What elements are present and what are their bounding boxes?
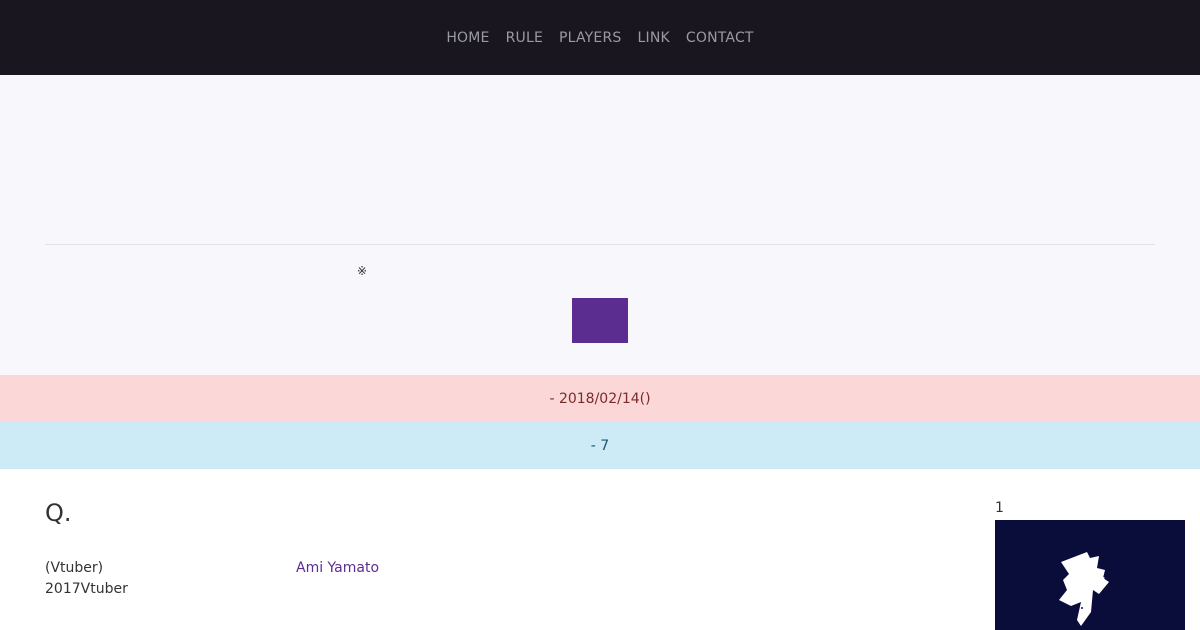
date-banner: - 2018/02/14() bbox=[0, 375, 1200, 422]
date-banner-text: - 2018/02/14() bbox=[549, 390, 651, 407]
white-star-logo-icon bbox=[995, 520, 1185, 630]
nav-home-link[interactable]: HOME bbox=[446, 30, 489, 46]
player-description-line: 2017Vtuber bbox=[45, 581, 128, 597]
nav-rule-link[interactable]: RULE bbox=[506, 30, 543, 46]
player-thumbnail[interactable] bbox=[995, 520, 1185, 630]
nav-contact-link[interactable]: CONTACT bbox=[686, 30, 754, 46]
nav-players-link[interactable]: PLAYERS bbox=[559, 30, 621, 46]
hero-action-button[interactable] bbox=[572, 298, 628, 343]
player-name-link[interactable]: Ami Yamato bbox=[296, 558, 379, 579]
count-banner-text: - 7 bbox=[590, 437, 610, 454]
note-mark: ※ bbox=[357, 264, 368, 278]
player-description-line: (Vtuber) bbox=[45, 560, 104, 576]
player-description: (Vtuber) 2017Vtuber bbox=[45, 558, 128, 600]
question-heading: Q. bbox=[45, 499, 72, 527]
count-banner: - 7 bbox=[0, 422, 1200, 469]
hero-divider bbox=[45, 244, 1155, 245]
player-section: Q. (Vtuber) 2017Vtuber Ami Yamato 1 bbox=[0, 469, 1200, 630]
top-navbar: HOME RULE PLAYERS LINK CONTACT bbox=[0, 0, 1200, 75]
nav-links: HOME RULE PLAYERS LINK CONTACT bbox=[446, 30, 753, 46]
hero-section: ※ bbox=[0, 75, 1200, 375]
rank-number: 1 bbox=[995, 500, 1004, 516]
nav-link-link[interactable]: LINK bbox=[637, 30, 669, 46]
